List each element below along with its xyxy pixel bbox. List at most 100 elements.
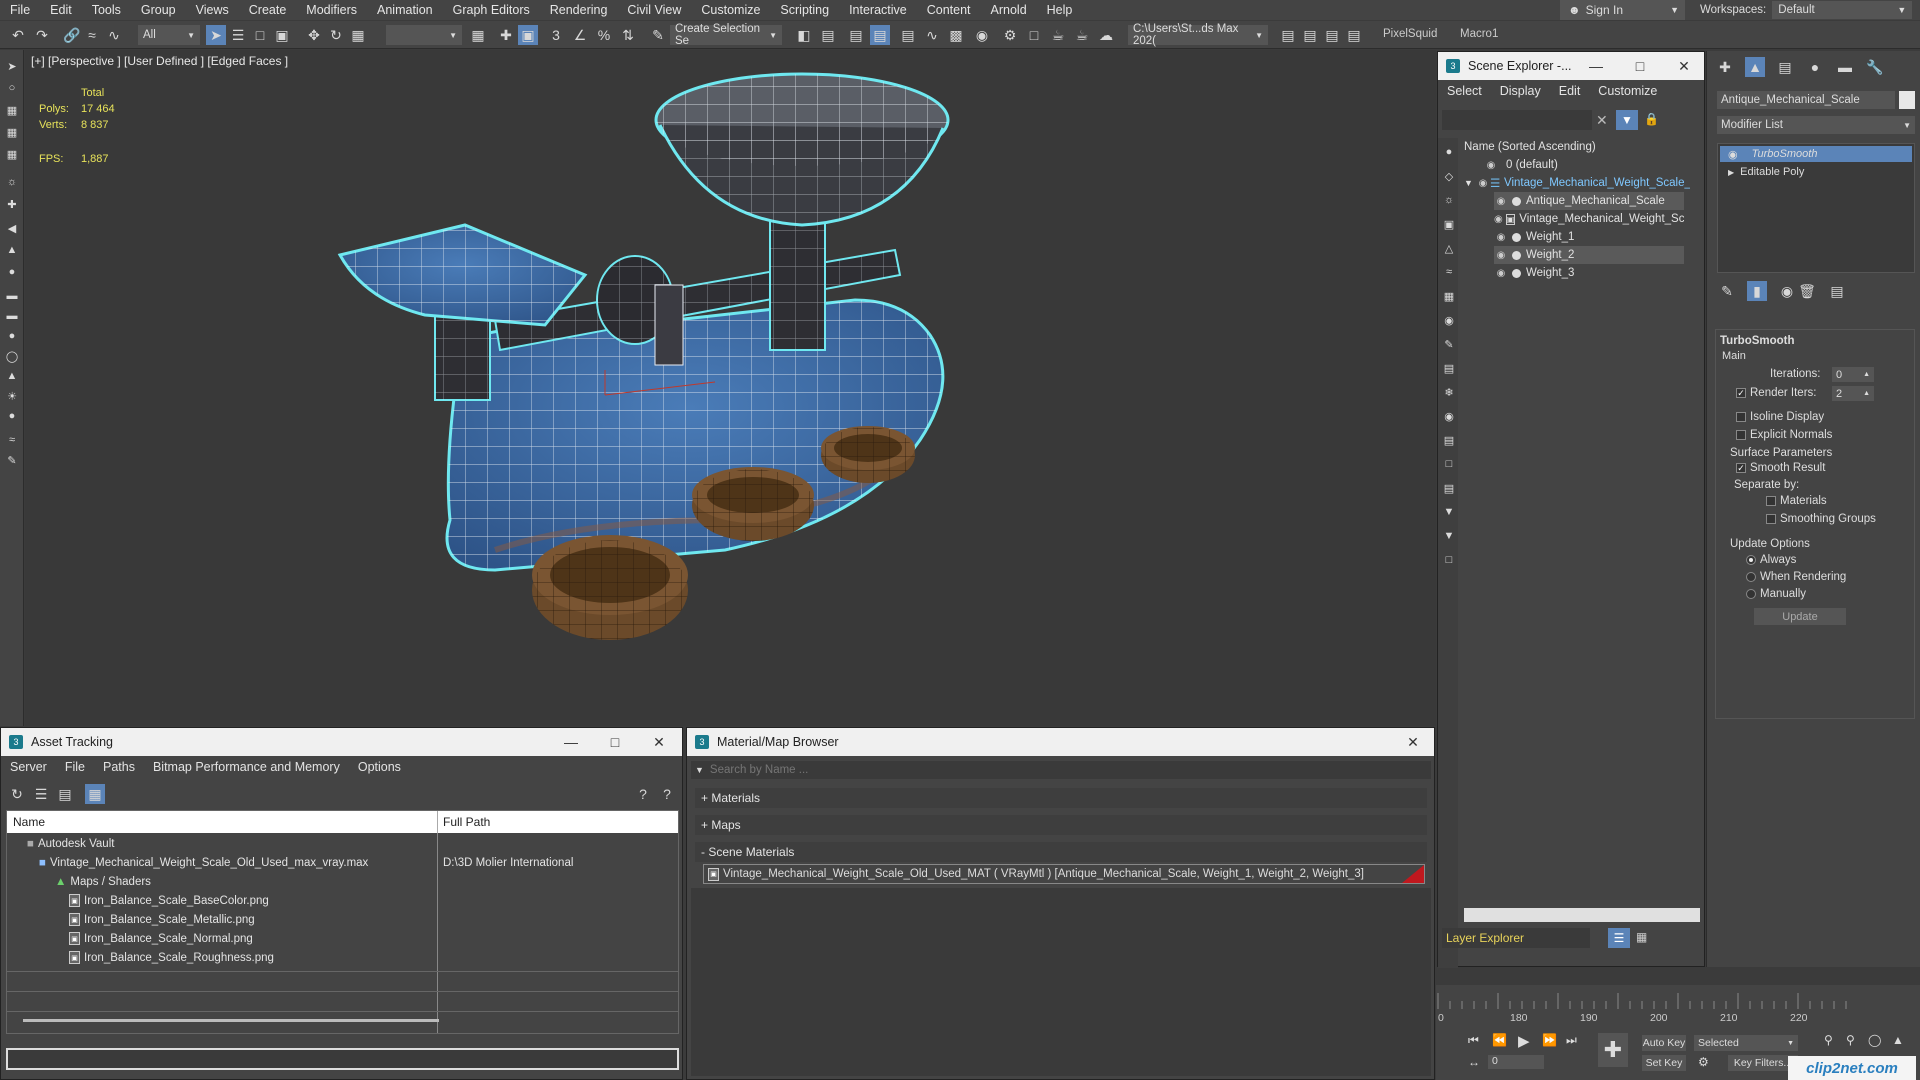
scene-search-input[interactable] xyxy=(1442,110,1592,130)
shape-filter-icon[interactable]: ◇ xyxy=(1440,168,1458,184)
render-iters-checkbox[interactable]: ✓ xyxy=(1736,388,1746,398)
menu-create[interactable]: Create xyxy=(239,0,297,20)
go-to-end-icon[interactable]: ⏭ xyxy=(1566,1033,1577,1048)
rendered-frame-icon[interactable]: □ xyxy=(1024,25,1044,45)
rectangular-selection-icon[interactable]: □ xyxy=(250,25,270,45)
refresh-icon[interactable]: ↻ xyxy=(7,784,27,804)
asset-row-metallic[interactable]: ▣ Iron_Balance_Scale_Metallic.png xyxy=(69,910,255,929)
se-menu-customize[interactable]: Customize xyxy=(1589,84,1666,98)
torus-primitive-icon[interactable]: ◯ xyxy=(3,348,21,364)
geometry-filter-icon[interactable]: ● xyxy=(1440,144,1458,160)
field-of-view-icon[interactable]: ▲ xyxy=(1892,1033,1904,1047)
set-key-button[interactable]: Set Key xyxy=(1642,1055,1686,1071)
create-tab-icon[interactable]: ✚ xyxy=(1715,57,1735,77)
spacewarp-filter-icon[interactable]: ≈ xyxy=(1440,264,1458,280)
time-config-icon[interactable]: ⚙ xyxy=(1698,1055,1709,1069)
group-filter-icon[interactable]: ▦ xyxy=(1440,288,1458,304)
material-editor-icon[interactable]: ◉ xyxy=(972,25,992,45)
curve-editor-icon[interactable]: ∿ xyxy=(922,25,942,45)
maximize-icon[interactable]: □ xyxy=(1618,52,1662,80)
smoothing-groups-checkbox[interactable] xyxy=(1766,514,1776,524)
xref-filter-icon[interactable]: ◉ xyxy=(1440,312,1458,328)
menu-content[interactable]: Content xyxy=(917,0,981,20)
asset-row-basecolor[interactable]: ▣ Iron_Balance_Scale_BaseColor.png xyxy=(69,891,269,910)
search-dropdown-icon[interactable]: ▼ xyxy=(695,765,704,775)
orbit-icon[interactable]: ◯ xyxy=(1868,1033,1881,1047)
eye-icon[interactable]: ◉ xyxy=(1494,250,1508,261)
spinner-snap-icon[interactable]: ⇅ xyxy=(618,25,638,45)
object-name-input[interactable]: Antique_Mechanical_Scale xyxy=(1717,91,1895,109)
object-color-swatch[interactable] xyxy=(1899,91,1915,109)
invert-display-icon[interactable]: ▤ xyxy=(1440,480,1458,496)
horizontal-scrollbar[interactable] xyxy=(1464,908,1700,922)
cylinder-primitive-icon[interactable]: ▬ xyxy=(3,308,21,324)
menu-animation[interactable]: Animation xyxy=(367,0,443,20)
clear-search-icon[interactable]: ✕ xyxy=(1596,112,1608,129)
list-view-icon[interactable]: ☰ xyxy=(31,784,51,804)
time-ruler[interactable] xyxy=(1436,993,1866,1009)
utilities-tab-icon[interactable]: 🔧 xyxy=(1865,57,1885,77)
se-menu-display[interactable]: Display xyxy=(1491,84,1550,98)
menu-customize[interactable]: Customize xyxy=(691,0,770,20)
help-settings-icon[interactable]: ? xyxy=(657,784,677,804)
expand-arrow-icon[interactable]: ▼ xyxy=(1464,178,1476,188)
eye-icon[interactable]: ◉ xyxy=(1494,214,1503,225)
lock-icon[interactable]: 🔒 xyxy=(1644,112,1659,126)
menu-modifiers[interactable]: Modifiers xyxy=(296,0,367,20)
minimize-icon[interactable]: — xyxy=(549,728,593,756)
menu-civil-view[interactable]: Civil View xyxy=(617,0,691,20)
light-filter-icon[interactable]: ☼ xyxy=(1440,192,1458,208)
always-radio[interactable] xyxy=(1746,555,1756,565)
close-icon[interactable]: ✕ xyxy=(1662,52,1706,80)
mirror-icon[interactable]: ◧ xyxy=(794,25,814,45)
previous-frame-icon[interactable]: ⏪ xyxy=(1492,1033,1507,1047)
stack-item-editable-poly[interactable]: ▶ Editable Poly xyxy=(1720,164,1912,180)
minimize-icon[interactable]: — xyxy=(1574,52,1618,80)
freeform-icon[interactable]: ▦ xyxy=(3,146,21,162)
at-menu-file[interactable]: File xyxy=(56,760,94,774)
sign-in-button[interactable]: ☻ Sign In ▼ xyxy=(1560,0,1685,20)
key-mode-icon[interactable]: ↔ xyxy=(1468,1055,1480,1069)
move-icon[interactable]: ✥ xyxy=(304,25,324,45)
project-set-icon[interactable]: ▤ xyxy=(1300,25,1320,45)
isoline-checkbox[interactable] xyxy=(1736,412,1746,422)
find-icon[interactable]: ▼ xyxy=(1440,504,1458,520)
project-open-icon[interactable]: ▤ xyxy=(1322,25,1342,45)
project-save-icon[interactable]: ▤ xyxy=(1344,25,1364,45)
asset-row-normal[interactable]: ▣ Iron_Balance_Scale_Normal.png xyxy=(69,929,253,948)
display-toggle-icon[interactable]: ◀ xyxy=(3,220,21,236)
rotate-icon[interactable]: ↻ xyxy=(326,25,346,45)
scene-row-weight-2[interactable]: ◉ Weight_2 xyxy=(1494,246,1684,264)
col-name[interactable]: Name xyxy=(13,815,45,829)
modifier-list-dropdown[interactable]: Modifier List ▼ xyxy=(1717,116,1915,134)
redo-icon[interactable]: ↷ xyxy=(32,25,52,45)
unlink-icon[interactable]: ≈ xyxy=(82,25,102,45)
smooth-result-checkbox[interactable]: ✓ xyxy=(1736,463,1746,473)
explicit-normals-checkbox[interactable] xyxy=(1736,430,1746,440)
undo-icon[interactable]: ↶ xyxy=(8,25,28,45)
scene-explorer-toggle-icon[interactable]: ▤ xyxy=(870,25,890,45)
angle-snap-icon[interactable]: ∠ xyxy=(570,25,590,45)
layer-manager-icon[interactable]: ▤ xyxy=(846,25,866,45)
show-end-result-icon[interactable]: ▮ xyxy=(1747,281,1767,301)
scene-row-antique-scale[interactable]: ◉ Antique_Mechanical_Scale xyxy=(1494,192,1684,210)
selection-filter-dropdown[interactable]: All ▼ xyxy=(138,25,200,45)
at-menu-options[interactable]: Options xyxy=(349,760,410,774)
frozen-filter-icon[interactable]: ❄ xyxy=(1440,384,1458,400)
go-to-start-icon[interactable]: ⏮ xyxy=(1468,1033,1479,1048)
filter-icon[interactable]: ▼ xyxy=(1616,110,1638,130)
window-crossing-icon[interactable]: ▣ xyxy=(272,25,292,45)
display-all-icon[interactable]: ▤ xyxy=(1440,432,1458,448)
helper-filter-icon[interactable]: △ xyxy=(1440,240,1458,256)
thumbnail-view-icon[interactable]: ▤ xyxy=(55,784,75,804)
zoom-all-icon[interactable]: ⚲ xyxy=(1846,1033,1855,1047)
hidden-filter-icon[interactable]: ◉ xyxy=(1440,408,1458,424)
pixelsquid-label[interactable]: PixelSquid xyxy=(1383,28,1437,40)
select-tool-icon[interactable]: ➤ xyxy=(3,58,21,74)
layer-explorer-dropdown[interactable]: Layer Explorer xyxy=(1442,928,1590,948)
set-key-icon[interactable]: ✚ xyxy=(1598,1033,1628,1067)
eye-icon[interactable]: ◉ xyxy=(1494,232,1508,243)
render-cloud-icon[interactable]: ☁ xyxy=(1096,25,1116,45)
menu-scripting[interactable]: Scripting xyxy=(770,0,839,20)
graphite-ribbon-icon[interactable]: ▤ xyxy=(898,25,918,45)
